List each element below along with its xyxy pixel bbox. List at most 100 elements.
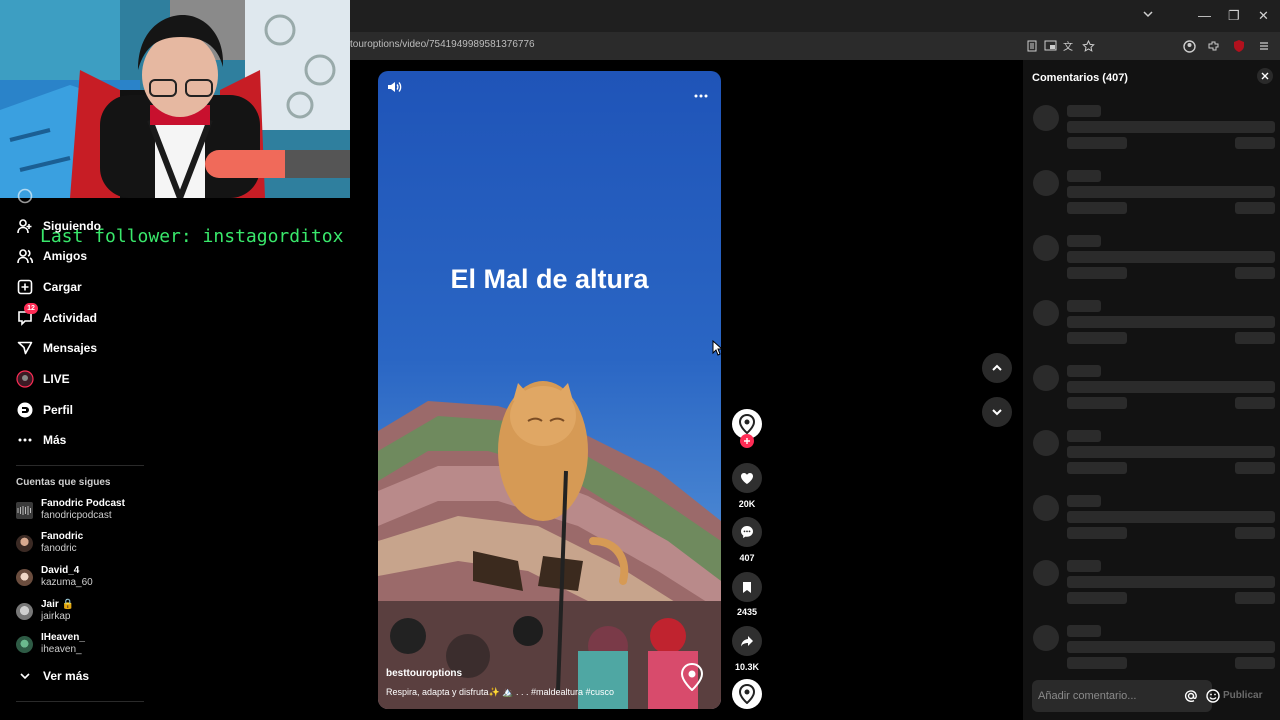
creator-logo-icon (738, 414, 756, 434)
sidebar-item-explore[interactable] (16, 185, 43, 207)
comment-skeleton (1023, 105, 1280, 155)
account-handle: fanodric (41, 543, 77, 554)
ublock-extension-icon[interactable] (1231, 38, 1247, 54)
see-more-button[interactable]: Ver más (16, 665, 89, 687)
like-button[interactable] (732, 463, 762, 493)
following-accounts-title: Cuentas que sigues (16, 477, 111, 488)
browser-toolbar: touroptions/video/7541949989581376776 文 (350, 32, 1280, 60)
followed-account[interactable]: Fanodric Podcast fanodricpodcast (16, 495, 125, 525)
followed-account[interactable]: IHeaven_ iheaven_ (16, 629, 85, 659)
compass-icon (16, 187, 34, 205)
heart-icon (741, 472, 753, 484)
share-button[interactable] (732, 626, 762, 656)
webcam-overlay (0, 0, 350, 198)
close-icon (1261, 72, 1269, 80)
publish-button[interactable]: Publicar (1223, 690, 1262, 701)
minimize-button[interactable]: — (1198, 8, 1211, 24)
sound-disc-button[interactable] (732, 679, 762, 709)
comment-input-box (1032, 680, 1220, 712)
sidebar-item-more[interactable]: Más (16, 429, 66, 451)
browser-tab-bar: — ❐ ✕ (350, 0, 1280, 32)
video-frame-image (378, 381, 721, 709)
comments-title: Comentarios (407) (1032, 72, 1128, 84)
account-name: IHeaven_ (41, 632, 85, 643)
sidebar-item-friends[interactable]: Amigos (16, 245, 87, 267)
mention-icon[interactable] (1184, 689, 1198, 708)
chevron-down-icon (16, 667, 34, 685)
avatar (16, 568, 33, 586)
video-player[interactable]: El Mal de altura besttouroptions Respira… (378, 71, 721, 709)
sidebar-item-label: Mensajes (43, 341, 98, 355)
comment-skeleton (1023, 170, 1280, 220)
comment-skeleton (1023, 625, 1280, 675)
sidebar-item-messages[interactable]: Mensajes (16, 337, 97, 359)
mouse-cursor-icon (712, 339, 724, 361)
address-bar-url[interactable]: touroptions/video/7541949989581376776 (350, 39, 535, 50)
comment-skeleton (1023, 560, 1280, 610)
video-username[interactable]: besttouroptions (386, 668, 462, 679)
emoji-icon[interactable] (1206, 689, 1220, 708)
more-icon (16, 431, 34, 449)
comment-input[interactable] (1032, 680, 1162, 712)
messages-icon (16, 339, 34, 357)
comment-icon (741, 526, 753, 538)
profile-icon (16, 401, 34, 419)
account-handle: jairkap (41, 611, 71, 622)
next-video-button[interactable] (982, 397, 1012, 427)
activity-badge: 12 (24, 303, 38, 314)
account-handle: fanodricpodcast (41, 510, 112, 521)
comment-skeleton (1023, 430, 1280, 480)
account-icon[interactable] (1181, 38, 1197, 54)
friends-icon (16, 247, 34, 265)
previous-video-button[interactable] (982, 353, 1012, 383)
video-options-icon[interactable] (694, 85, 708, 103)
account-name: Fanodric Podcast (41, 498, 125, 509)
sidebar-item-label: LIVE (43, 372, 70, 386)
browser-menu-icon[interactable] (1256, 38, 1272, 54)
share-count: 10.3K (734, 662, 760, 672)
comment-button[interactable] (732, 517, 762, 547)
followed-account[interactable]: David_4 kazuma_60 (16, 562, 93, 592)
sidebar-item-following[interactable]: Siguiendo (16, 215, 101, 237)
save-button[interactable] (732, 572, 762, 602)
sound-disc-icon (738, 684, 756, 704)
followed-account[interactable]: Fanodric fanodric (16, 528, 83, 558)
chevron-up-icon (992, 364, 1002, 371)
chevron-down-icon (992, 409, 1002, 416)
like-count: 20K (738, 499, 756, 509)
avatar (16, 534, 33, 552)
followed-account[interactable]: Jair 🔒 jairkap (16, 596, 74, 626)
avatar (16, 635, 33, 653)
share-arrow-icon (741, 636, 753, 647)
close-window-button[interactable]: ✕ (1258, 8, 1269, 24)
upload-icon (16, 278, 34, 296)
sidebar-item-upload[interactable]: Cargar (16, 276, 82, 298)
reader-mode-icon[interactable] (1024, 38, 1040, 54)
restore-button[interactable]: ❐ (1228, 8, 1240, 24)
comment-skeleton (1023, 300, 1280, 350)
bookmark-icon (743, 581, 751, 593)
bookmark-star-icon[interactable] (1080, 38, 1096, 54)
volume-icon[interactable] (386, 79, 402, 100)
sidebar-item-label: Actividad (43, 311, 98, 325)
tab-list-chevron-icon[interactable] (1142, 8, 1154, 24)
sidebar-item-live[interactable]: LIVE (16, 368, 70, 390)
comments-panel: Comentarios (407) Añadir comentario... P… (1023, 60, 1280, 720)
extensions-icon[interactable] (1205, 38, 1221, 54)
close-comments-button[interactable] (1257, 68, 1273, 84)
svg-text:文: 文 (1063, 40, 1073, 53)
sidebar-item-label: Cargar (43, 280, 82, 294)
sidebar-item-label: Siguiendo (43, 219, 101, 233)
sidebar-item-label: Más (43, 433, 67, 447)
picture-in-picture-icon[interactable] (1042, 38, 1058, 54)
sidebar-item-activity[interactable]: 12 Actividad (16, 303, 98, 329)
translate-icon[interactable]: 文 (1061, 38, 1077, 54)
comment-skeleton (1023, 235, 1280, 285)
sidebar-item-profile[interactable]: Perfil (16, 399, 73, 421)
location-pin-watermark-icon (680, 662, 704, 696)
screen: — ❐ ✕ touroptions/video/7541949989581376… (0, 0, 1280, 720)
follow-plus-icon[interactable] (740, 434, 754, 448)
video-title-text: El Mal de altura (450, 264, 649, 294)
account-name: Fanodric (41, 531, 84, 542)
see-more-label: Ver más (43, 669, 90, 683)
